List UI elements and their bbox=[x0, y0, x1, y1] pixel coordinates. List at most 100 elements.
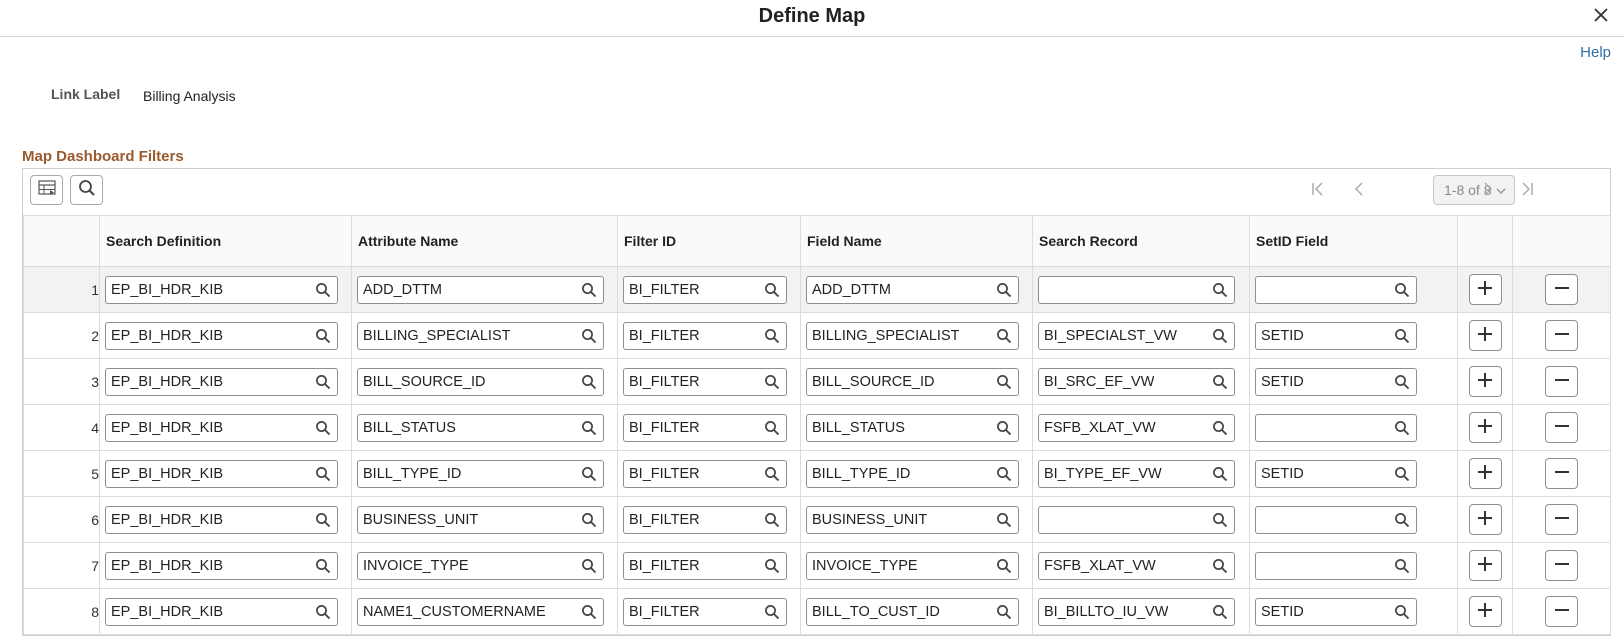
filter-id-field[interactable]: BI_FILTER bbox=[623, 275, 787, 304]
help-link[interactable]: Help bbox=[1580, 44, 1611, 61]
lookup-search-icon[interactable] bbox=[581, 374, 597, 390]
lookup-search-icon[interactable] bbox=[764, 328, 780, 344]
last-page-button[interactable] bbox=[1517, 181, 1537, 201]
field-name-field[interactable]: BILL_SOURCE_ID bbox=[806, 367, 1019, 396]
lookup-search-icon[interactable] bbox=[581, 604, 597, 620]
lookup-search-icon[interactable] bbox=[1212, 282, 1228, 298]
next-page-button[interactable] bbox=[1478, 181, 1498, 201]
lookup-search-icon[interactable] bbox=[1212, 512, 1228, 528]
setid-field-field[interactable] bbox=[1255, 413, 1417, 442]
delete-row-button[interactable] bbox=[1545, 596, 1578, 627]
search-definition-field[interactable]: EP_BI_HDR_KIB bbox=[105, 551, 338, 580]
field-name-field[interactable]: ADD_DTTM bbox=[806, 275, 1019, 304]
lookup-search-icon[interactable] bbox=[996, 558, 1012, 574]
filter-id-field[interactable]: BI_FILTER bbox=[623, 597, 787, 626]
search-record-field[interactable]: FSFB_XLAT_VW bbox=[1038, 551, 1235, 580]
page-selector[interactable]: 1-8 of 8 bbox=[1433, 175, 1515, 205]
field-name-field[interactable]: INVOICE_TYPE bbox=[806, 551, 1019, 580]
lookup-search-icon[interactable] bbox=[1212, 466, 1228, 482]
setid-field-field[interactable]: SETID bbox=[1255, 597, 1417, 626]
lookup-search-icon[interactable] bbox=[1394, 374, 1410, 390]
lookup-search-icon[interactable] bbox=[1212, 420, 1228, 436]
lookup-search-icon[interactable] bbox=[315, 466, 331, 482]
lookup-search-icon[interactable] bbox=[1212, 374, 1228, 390]
lookup-search-icon[interactable] bbox=[1212, 604, 1228, 620]
setid-field-field[interactable]: SETID bbox=[1255, 321, 1417, 350]
add-row-button[interactable] bbox=[1468, 504, 1502, 535]
add-row-button[interactable] bbox=[1468, 596, 1502, 627]
lookup-search-icon[interactable] bbox=[996, 512, 1012, 528]
delete-row-button[interactable] bbox=[1545, 366, 1578, 397]
search-definition-field[interactable]: EP_BI_HDR_KIB bbox=[105, 505, 338, 534]
setid-field-field[interactable] bbox=[1255, 275, 1417, 304]
attribute-name-field[interactable]: BILL_SOURCE_ID bbox=[357, 367, 604, 396]
field-name-field[interactable]: BILL_TO_CUST_ID bbox=[806, 597, 1019, 626]
lookup-search-icon[interactable] bbox=[764, 466, 780, 482]
lookup-search-icon[interactable] bbox=[764, 604, 780, 620]
lookup-search-icon[interactable] bbox=[764, 374, 780, 390]
add-row-button[interactable] bbox=[1468, 550, 1502, 581]
lookup-search-icon[interactable] bbox=[1394, 420, 1410, 436]
lookup-search-icon[interactable] bbox=[581, 328, 597, 344]
lookup-search-icon[interactable] bbox=[315, 374, 331, 390]
lookup-search-icon[interactable] bbox=[764, 282, 780, 298]
delete-row-button[interactable] bbox=[1545, 550, 1578, 581]
lookup-search-icon[interactable] bbox=[315, 512, 331, 528]
lookup-search-icon[interactable] bbox=[315, 604, 331, 620]
field-name-field[interactable]: BILLING_SPECIALIST bbox=[806, 321, 1019, 350]
delete-row-button[interactable] bbox=[1545, 412, 1578, 443]
add-row-button[interactable] bbox=[1468, 366, 1502, 397]
lookup-search-icon[interactable] bbox=[581, 558, 597, 574]
search-definition-field[interactable]: EP_BI_HDR_KIB bbox=[105, 459, 338, 488]
filter-id-field[interactable]: BI_FILTER bbox=[623, 505, 787, 534]
lookup-search-icon[interactable] bbox=[996, 374, 1012, 390]
search-definition-field[interactable]: EP_BI_HDR_KIB bbox=[105, 413, 338, 442]
setid-field-field[interactable] bbox=[1255, 551, 1417, 580]
lookup-search-icon[interactable] bbox=[315, 558, 331, 574]
lookup-search-icon[interactable] bbox=[1212, 558, 1228, 574]
attribute-name-field[interactable]: BUSINESS_UNIT bbox=[357, 505, 604, 534]
lookup-search-icon[interactable] bbox=[764, 420, 780, 436]
lookup-search-icon[interactable] bbox=[1394, 558, 1410, 574]
lookup-search-icon[interactable] bbox=[996, 420, 1012, 436]
lookup-search-icon[interactable] bbox=[1394, 512, 1410, 528]
lookup-search-icon[interactable] bbox=[996, 604, 1012, 620]
setid-field-field[interactable]: SETID bbox=[1255, 459, 1417, 488]
search-record-field[interactable] bbox=[1038, 505, 1235, 534]
search-definition-field[interactable]: EP_BI_HDR_KIB bbox=[105, 275, 338, 304]
lookup-search-icon[interactable] bbox=[996, 282, 1012, 298]
add-row-button[interactable] bbox=[1468, 458, 1502, 489]
delete-row-button[interactable] bbox=[1545, 458, 1578, 489]
lookup-search-icon[interactable] bbox=[764, 512, 780, 528]
lookup-search-icon[interactable] bbox=[581, 420, 597, 436]
delete-row-button[interactable] bbox=[1545, 274, 1578, 305]
setid-field-field[interactable] bbox=[1255, 505, 1417, 534]
search-definition-field[interactable]: EP_BI_HDR_KIB bbox=[105, 367, 338, 396]
search-record-field[interactable] bbox=[1038, 275, 1235, 304]
lookup-search-icon[interactable] bbox=[1394, 604, 1410, 620]
attribute-name-field[interactable]: BILL_TYPE_ID bbox=[357, 459, 604, 488]
search-record-field[interactable]: BI_BILLTO_IU_VW bbox=[1038, 597, 1235, 626]
add-row-button[interactable] bbox=[1468, 274, 1502, 305]
close-button[interactable] bbox=[1590, 6, 1612, 28]
delete-row-button[interactable] bbox=[1545, 504, 1578, 535]
lookup-search-icon[interactable] bbox=[1212, 328, 1228, 344]
search-record-field[interactable]: BI_TYPE_EF_VW bbox=[1038, 459, 1235, 488]
lookup-search-icon[interactable] bbox=[1394, 282, 1410, 298]
find-in-grid-button[interactable] bbox=[70, 175, 103, 205]
filter-id-field[interactable]: BI_FILTER bbox=[623, 459, 787, 488]
field-name-field[interactable]: BUSINESS_UNIT bbox=[806, 505, 1019, 534]
lookup-search-icon[interactable] bbox=[581, 512, 597, 528]
attribute-name-field[interactable]: ADD_DTTM bbox=[357, 275, 604, 304]
filter-id-field[interactable]: BI_FILTER bbox=[623, 321, 787, 350]
attribute-name-field[interactable]: INVOICE_TYPE bbox=[357, 551, 604, 580]
personalize-grid-button[interactable] bbox=[30, 175, 63, 205]
field-name-field[interactable]: BILL_TYPE_ID bbox=[806, 459, 1019, 488]
setid-field-field[interactable]: SETID bbox=[1255, 367, 1417, 396]
search-record-field[interactable]: FSFB_XLAT_VW bbox=[1038, 413, 1235, 442]
add-row-button[interactable] bbox=[1468, 320, 1502, 351]
field-name-field[interactable]: BILL_STATUS bbox=[806, 413, 1019, 442]
lookup-search-icon[interactable] bbox=[581, 282, 597, 298]
lookup-search-icon[interactable] bbox=[581, 466, 597, 482]
lookup-search-icon[interactable] bbox=[315, 328, 331, 344]
